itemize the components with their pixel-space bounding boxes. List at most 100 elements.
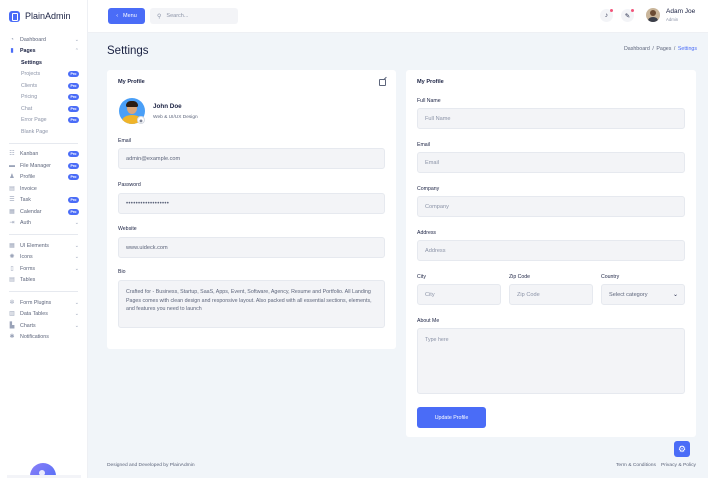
zip-code-field[interactable] [509, 284, 593, 305]
sidebar-item-calendar[interactable]: ▦ Calendar Pro [0, 206, 87, 218]
sidebar-subitem-pricing[interactable]: Pricing Pro [0, 92, 87, 104]
profile-role: Web & UI/UX Design [153, 115, 198, 120]
notification-button[interactable]: ♪ [600, 9, 613, 22]
message-dot [631, 9, 634, 12]
sidebar-subitem-blank-page[interactable]: Blank Page [0, 126, 87, 138]
chevron-down-icon: ⌄ [74, 299, 79, 306]
sidebar-subitem-chat[interactable]: Chat Pro [0, 103, 87, 115]
folder-icon: ▬ [9, 162, 15, 169]
sidebar-item-pages[interactable]: ▮ Pages ⌃ [0, 46, 87, 58]
email-field[interactable] [118, 148, 385, 169]
data-table-icon: ▥ [9, 311, 15, 318]
menu-toggle-button[interactable]: ‹ Menu [108, 8, 145, 24]
company-field[interactable] [417, 196, 685, 217]
sidebar-subitem-projects[interactable]: Projects Pro [0, 69, 87, 81]
privacy-link[interactable]: Privacy & Policy [661, 463, 696, 468]
sidebar-ui: ▦ UI Elements ⌄ ✺ Icons ⌄ ▯ Forms ⌄ ▤ Ta… [0, 240, 87, 286]
chevron-down-icon: ⌄ [74, 36, 79, 43]
bio-textarea[interactable]: Crafted for - Business, Startup, SaaS, A… [118, 280, 385, 328]
sidebar-subitem-error-page[interactable]: Error Page Pro [0, 115, 87, 127]
logo-icon [9, 10, 20, 22]
sidebar-item-label: Icons [20, 254, 33, 261]
sidebar-item-label: Data Tables [20, 311, 48, 318]
password-field[interactable] [118, 193, 385, 214]
calendar-icon: ▦ [9, 208, 15, 215]
chevron-down-icon: ⌄ [74, 311, 79, 318]
pro-badge: Pro [68, 208, 79, 215]
address-label: Address [417, 230, 437, 236]
sidebar-item-profile[interactable]: ♟ Profile Pro [0, 172, 87, 184]
update-profile-button[interactable]: Update Profile [417, 407, 486, 428]
sidebar-item-dashboard[interactable]: ◔ Dashboard ⌄ [0, 34, 87, 46]
email-field[interactable] [417, 152, 685, 173]
sidebar-item-auth[interactable]: ⇥ Auth ⌄ [0, 218, 87, 230]
full-name-field[interactable] [417, 108, 685, 129]
forms-icon: ▯ [10, 265, 14, 272]
sidebar-item-label: Dashboard [20, 36, 46, 43]
breadcrumb-dashboard[interactable]: Dashboard [624, 46, 650, 52]
country-select[interactable]: Select category ⌄ [601, 284, 685, 305]
city-label: City [417, 274, 426, 280]
task-icon: ☰ [9, 197, 15, 204]
sidebar-item-form-plugins[interactable]: ✲ Form Plugins ⌄ [0, 297, 87, 309]
chevron-down-icon: ⌄ [74, 265, 79, 272]
sidebar-item-kanban[interactable]: ☷ Kanban Pro [0, 149, 87, 161]
bell-icon: ♪ [604, 12, 609, 19]
sidebar-subitem-settings[interactable]: Settings [0, 57, 87, 69]
camera-icon[interactable]: ◉ [137, 116, 145, 124]
sidebar-item-label: Form Plugins [20, 299, 52, 306]
sidebar-divider [9, 142, 78, 144]
page-title: Settings [107, 45, 149, 57]
avatar[interactable] [646, 8, 660, 22]
sidebar-item-label: Pages [20, 48, 36, 55]
chevron-down-icon: ⌄ [74, 322, 79, 329]
sidebar-item-forms[interactable]: ▯ Forms ⌄ [0, 263, 87, 275]
settings-fab[interactable]: ⚙ [674, 441, 690, 457]
sidebar-subitem-clients[interactable]: Clients Pro [0, 80, 87, 92]
sidebar-item-invoice[interactable]: ▤ Invoice [0, 183, 87, 195]
breadcrumb-separator: / [652, 46, 654, 52]
top-header: ‹ Menu ⚲ ♪ ✎ Adam Joe Admin [88, 0, 708, 33]
message-button[interactable]: ✎ [621, 9, 634, 22]
sidebar-promo [7, 460, 81, 478]
brand-name: PlainAdmin [25, 11, 71, 21]
search-box: ⚲ [150, 8, 238, 24]
sidebar-item-label: Blank Page [21, 128, 49, 135]
dashboard-icon: ◔ [10, 36, 14, 43]
sidebar-item-charts[interactable]: ▙ Charts ⌄ [0, 320, 87, 332]
profile-card: My Profile ◉ John Doe Web & UI/UX Design… [107, 70, 396, 349]
full-name-label: Full Name [417, 98, 441, 104]
city-field[interactable] [417, 284, 501, 305]
brand[interactable]: PlainAdmin [0, 0, 87, 32]
sidebar-item-icons[interactable]: ✺ Icons ⌄ [0, 252, 87, 264]
search-input[interactable] [166, 13, 232, 19]
breadcrumb-pages[interactable]: Pages [656, 46, 671, 52]
sidebar-apps: ☷ Kanban Pro ▬ File Manager Pro ♟ Profil… [0, 149, 87, 230]
sidebar-item-file-manager[interactable]: ▬ File Manager Pro [0, 160, 87, 172]
pro-badge: Pro [68, 105, 79, 112]
user-icon: ♟ [9, 174, 15, 181]
sidebar-item-tables[interactable]: ▤ Tables [0, 275, 87, 287]
sidebar-item-notifications[interactable]: ✱ Notifications [0, 332, 87, 344]
sidebar-item-task[interactable]: ☰ Task Pro [0, 195, 87, 207]
terms-link[interactable]: Term & Conditions [616, 463, 656, 468]
address-field[interactable] [417, 240, 685, 261]
bell-icon: ✱ [9, 334, 15, 341]
edit-icon[interactable] [379, 79, 386, 86]
avatar-hair [126, 101, 138, 107]
website-field[interactable] [118, 237, 385, 258]
footer-credit: Designed and Developed by PlainAdmin [107, 463, 195, 468]
password-label: Password [118, 182, 141, 188]
about-me-textarea[interactable] [417, 328, 685, 394]
sidebar-item-data-tables[interactable]: ▥ Data Tables ⌄ [0, 309, 87, 321]
chevron-down-icon: ⌄ [74, 220, 79, 227]
notification-dot [610, 9, 613, 12]
user-name[interactable]: Adam Joe [666, 8, 695, 15]
sidebar: PlainAdmin ◔ Dashboard ⌄ ▮ Pages ⌃ Setti… [0, 0, 88, 478]
plugin-icon: ✲ [9, 299, 15, 306]
sidebar-divider [9, 234, 78, 235]
sidebar-item-label: Error Page [21, 117, 47, 124]
sidebar-item-ui-elements[interactable]: ▦ UI Elements ⌄ [0, 240, 87, 252]
sidebar-item-label: UI Elements [20, 242, 49, 249]
invoice-icon: ▤ [9, 185, 15, 192]
